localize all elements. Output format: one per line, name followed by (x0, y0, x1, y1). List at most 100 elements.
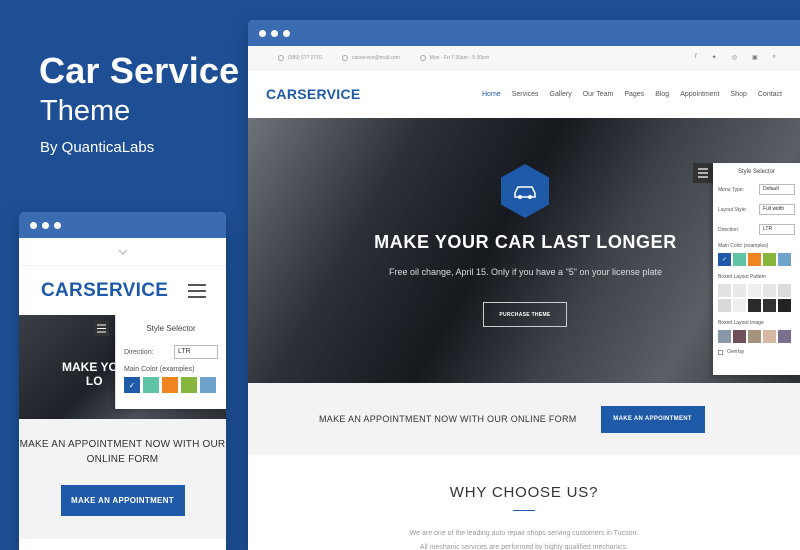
email-text: carservice@mail.com (351, 54, 400, 61)
color-swatch-green[interactable] (763, 253, 776, 266)
direction-select[interactable]: LTR (174, 345, 218, 359)
mobile-hero: MAKE YOU LO Style Selector Direction: LT… (19, 315, 226, 419)
color-swatch-blue[interactable]: ✓ (124, 377, 140, 393)
appointment-section: MAKE AN APPOINTMENT NOW WITH OUR ONLINE … (19, 419, 226, 539)
pattern-option[interactable] (763, 284, 776, 297)
pattern-option[interactable] (748, 299, 761, 312)
menu-item-appointment[interactable]: Appointment (680, 91, 719, 98)
window-dot-icon (30, 221, 37, 229)
desktop-preview-window: (589) 577 2710 carservice@mail.com Mon -… (248, 20, 800, 550)
direction-select[interactable]: LTR (759, 224, 795, 235)
appointment-text: MAKE AN APPOINTMENT NOW WITH OUR ONLINE … (19, 439, 226, 465)
menu-item-our-team[interactable]: Our Team (583, 91, 614, 98)
menu-type-label: Menu Type: (718, 186, 745, 193)
color-swatch-lightblue[interactable] (778, 253, 791, 266)
hours-text: Mon - Fri 7:30am - 5:30pm (429, 54, 489, 61)
image-option[interactable] (748, 330, 761, 343)
menu-item-shop[interactable]: Shop (731, 91, 747, 98)
direction-row: Direction: LTR (116, 345, 226, 359)
clock-icon (419, 54, 426, 61)
direction-row: Direction: LTR (713, 224, 800, 235)
email-item[interactable]: carservice@mail.com (341, 54, 400, 61)
color-swatch-orange[interactable] (748, 253, 761, 266)
color-swatch-orange[interactable] (162, 377, 178, 393)
pinterest-icon[interactable]: ◎ (732, 54, 737, 61)
facebook-icon[interactable]: f (695, 54, 697, 61)
window-dot-icon (54, 221, 61, 229)
contact-topbar: (589) 577 2710 carservice@mail.com Mon -… (248, 46, 800, 70)
color-swatches: ✓ (713, 253, 800, 266)
overlay-checkbox[interactable] (718, 349, 723, 355)
section-text-line2: All mechanic services are performed by h… (419, 544, 629, 550)
menu-item-services[interactable]: Services (512, 91, 539, 98)
image-options (713, 330, 800, 343)
hamburger-menu-icon[interactable] (188, 283, 206, 298)
pattern-option[interactable] (718, 299, 731, 312)
pattern-option[interactable] (733, 284, 746, 297)
color-swatch-lightblue[interactable] (200, 377, 216, 393)
main-navigation: CARSERVICE Home Services Gallery Our Tea… (248, 70, 800, 118)
color-swatches: ✓ (116, 377, 226, 393)
menu-item-gallery[interactable]: Gallery (550, 91, 572, 98)
window-titlebar (248, 20, 800, 46)
style-selector-toggle-icon[interactable] (94, 321, 109, 336)
style-selector-panel: Style Selector Direction: LTR Main Color… (115, 315, 226, 409)
cart-icon[interactable]: ▣ (752, 54, 758, 61)
social-links: f ✦ ◎ ▣ ⌕ (695, 54, 800, 61)
color-swatch-teal[interactable] (143, 377, 159, 393)
window-dot-icon (259, 29, 266, 37)
style-selector-title: Style Selector (737, 169, 776, 175)
direction-label: Direction: (718, 226, 740, 233)
mail-icon (341, 54, 348, 61)
title-divider (513, 510, 535, 511)
car-hexagon-icon (501, 164, 549, 218)
pattern-option[interactable] (763, 299, 776, 312)
menu-item-contact[interactable]: Contact (758, 91, 782, 98)
style-selector-panel: Style Selector Menu Type: Default Layout… (713, 163, 800, 375)
make-appointment-button[interactable]: MAKE AN APPOINTMENT (600, 405, 705, 433)
image-option[interactable] (778, 330, 791, 343)
image-option[interactable] (733, 330, 746, 343)
boxed-image-label: Boxed Layout Image (718, 320, 764, 326)
window-dot-icon (271, 29, 278, 37)
pattern-option[interactable] (733, 299, 746, 312)
twitter-icon[interactable]: ✦ (712, 54, 717, 61)
layout-style-label: Layout Style: (718, 206, 747, 213)
site-logo[interactable]: CARSERVICE (266, 86, 361, 102)
color-swatch-teal[interactable] (733, 253, 746, 266)
pattern-option[interactable] (778, 299, 791, 312)
chevron-down-icon (118, 249, 127, 255)
image-option[interactable] (763, 330, 776, 343)
window-dot-icon (283, 29, 290, 37)
menu-item-blog[interactable]: Blog (655, 91, 669, 98)
menu-item-pages[interactable]: Pages (624, 91, 644, 98)
menu-type-row: Menu Type: Default (713, 184, 800, 195)
pattern-option[interactable] (718, 284, 731, 297)
pattern-options (713, 284, 800, 312)
layout-style-row: Layout Style: Full width (713, 204, 800, 215)
direction-label: Direction: (124, 348, 154, 356)
overlay-option[interactable]: Overlay (713, 343, 800, 361)
pattern-option[interactable] (778, 284, 791, 297)
menu-item-home[interactable]: Home (482, 91, 501, 98)
make-appointment-button[interactable]: MAKE AN APPOINTMENT (60, 485, 185, 516)
top-bar-toggle[interactable] (19, 238, 226, 265)
layout-style-select[interactable]: Full width (759, 204, 795, 215)
mobile-header: CARSERVICE (19, 265, 226, 315)
phone-text: (589) 577 2710 (288, 54, 322, 61)
search-icon[interactable]: ⌕ (773, 54, 776, 61)
menu-type-select[interactable]: Default (759, 184, 795, 195)
image-option[interactable] (718, 330, 731, 343)
overlay-label: Overlay (727, 349, 745, 355)
pattern-option[interactable] (748, 284, 761, 297)
style-selector-toggle-icon[interactable] (693, 163, 713, 183)
boxed-pattern-label: Boxed Layout Pattern (718, 274, 767, 280)
promo-byline: By QuanticaLabs (40, 139, 155, 156)
appointment-text: MAKE AN APPOINTMENT NOW WITH OUR ONLINE … (319, 414, 577, 424)
site-logo[interactable]: CARSERVICE (41, 280, 168, 302)
menu: Home Services Gallery Our Team Pages Blo… (482, 91, 782, 98)
color-swatch-green[interactable] (181, 377, 197, 393)
color-swatch-blue[interactable]: ✓ (718, 253, 731, 266)
purchase-theme-button[interactable]: PURCHASE THEME (483, 302, 567, 327)
window-dot-icon (42, 221, 49, 229)
